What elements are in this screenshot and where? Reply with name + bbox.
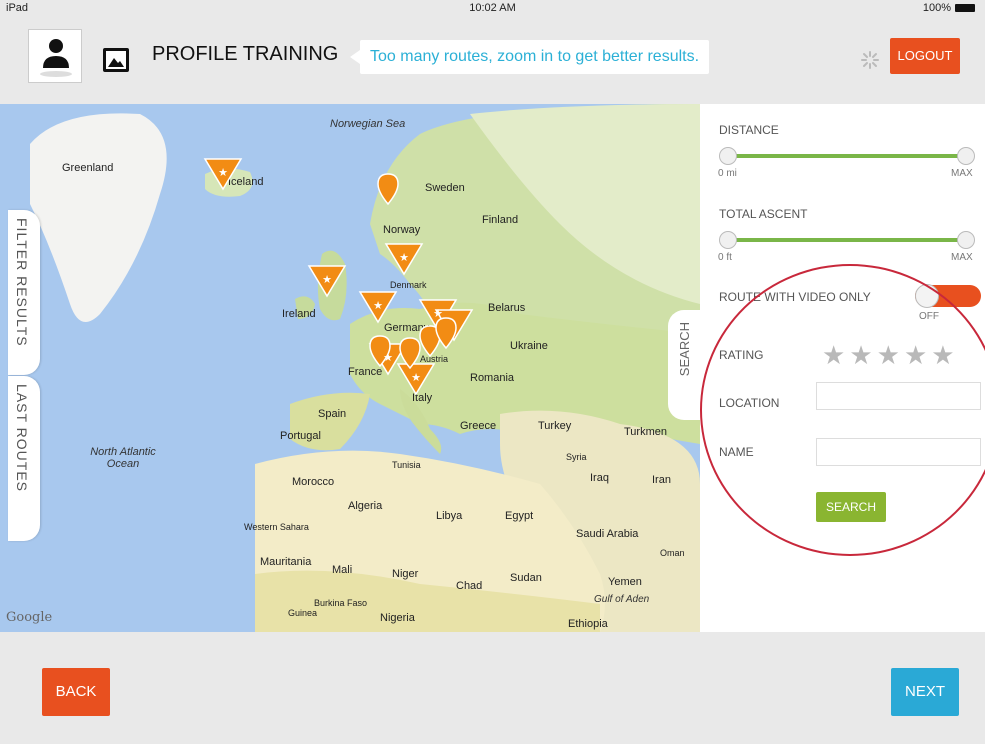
video-only-toggle[interactable] (915, 284, 981, 308)
route-marker (377, 173, 399, 206)
avatar[interactable] (28, 29, 82, 83)
svg-text:★: ★ (383, 351, 393, 364)
map-markers: ★ ★ ★ ★ ★ ★ ★ (203, 158, 474, 396)
ascent-max-value: MAX (951, 252, 973, 263)
loading-spinner-icon (861, 51, 879, 69)
distance-label: DISTANCE (719, 123, 779, 137)
video-only-label: ROUTE WITH VIDEO ONLY (719, 290, 871, 304)
video-only-state: OFF (919, 311, 939, 322)
footer: BACK NEXT (0, 632, 985, 744)
distance-slider-track[interactable] (728, 154, 968, 158)
rating-stars[interactable]: ★ ★ ★ ★ ★ (822, 342, 955, 368)
distance-min-handle[interactable] (719, 147, 737, 165)
tab-filter-results-label: FILTER RESULTS (14, 218, 30, 347)
distance-min-value: 0 mi (718, 168, 737, 179)
user-icon (40, 39, 72, 77)
notice-bubble: Too many routes, zoom in to get better r… (349, 40, 710, 74)
name-input[interactable] (816, 438, 981, 466)
battery-icon (955, 4, 975, 12)
svg-text:★: ★ (411, 371, 421, 384)
star-icon[interactable]: ★ (877, 342, 900, 368)
star-icon[interactable]: ★ (849, 342, 872, 368)
name-label: NAME (719, 445, 754, 459)
svg-text:★: ★ (373, 299, 383, 312)
rating-label: RATING (719, 348, 764, 362)
star-icon[interactable]: ★ (931, 342, 954, 368)
page-title: PROFILE TRAINING (152, 43, 339, 65)
tab-last-routes-label: LAST ROUTES (14, 384, 30, 492)
next-button[interactable]: NEXT (891, 668, 959, 716)
star-icon[interactable]: ★ (822, 342, 845, 368)
svg-text:★: ★ (322, 273, 332, 286)
search-button[interactable]: SEARCH (816, 492, 886, 522)
ascent-min-handle[interactable] (719, 231, 737, 249)
clock: 10:02 AM (469, 2, 516, 14)
battery-percent: 100% (922, 2, 951, 14)
distance-max-value: MAX (951, 168, 973, 179)
tab-last-routes[interactable]: LAST ROUTES (8, 376, 40, 541)
svg-text:★: ★ (218, 166, 228, 179)
tab-filter-results[interactable]: FILTER RESULTS (8, 210, 40, 375)
battery-status: 100% (923, 2, 975, 14)
logout-button[interactable]: LOGOUT (890, 38, 960, 74)
picture-icon (108, 58, 124, 67)
ascent-max-handle[interactable] (957, 231, 975, 249)
filter-panel: DISTANCE 0 mi MAX TOTAL ASCENT 0 ft MAX … (700, 104, 985, 632)
status-bar: iPad 10:02 AM 100% (0, 0, 985, 18)
svg-text:★: ★ (433, 307, 443, 320)
toggle-knob (915, 284, 939, 308)
svg-text:★: ★ (399, 251, 409, 264)
map[interactable]: Norwegian Sea Greenland Iceland Sweden F… (0, 104, 700, 632)
distance-max-handle[interactable] (957, 147, 975, 165)
tab-search[interactable]: SEARCH (668, 310, 702, 420)
image-icon[interactable] (103, 48, 129, 72)
back-button[interactable]: BACK (42, 668, 110, 716)
ascent-slider-track[interactable] (728, 238, 968, 242)
header: PROFILE TRAINING Too many routes, zoom i… (0, 18, 985, 104)
tab-search-label: SEARCH (677, 322, 692, 377)
total-ascent-label: TOTAL ASCENT (719, 207, 808, 221)
ascent-min-value: 0 ft (718, 252, 732, 263)
star-icon[interactable]: ★ (904, 342, 927, 368)
location-label: LOCATION (719, 396, 780, 410)
location-input[interactable] (816, 382, 981, 410)
